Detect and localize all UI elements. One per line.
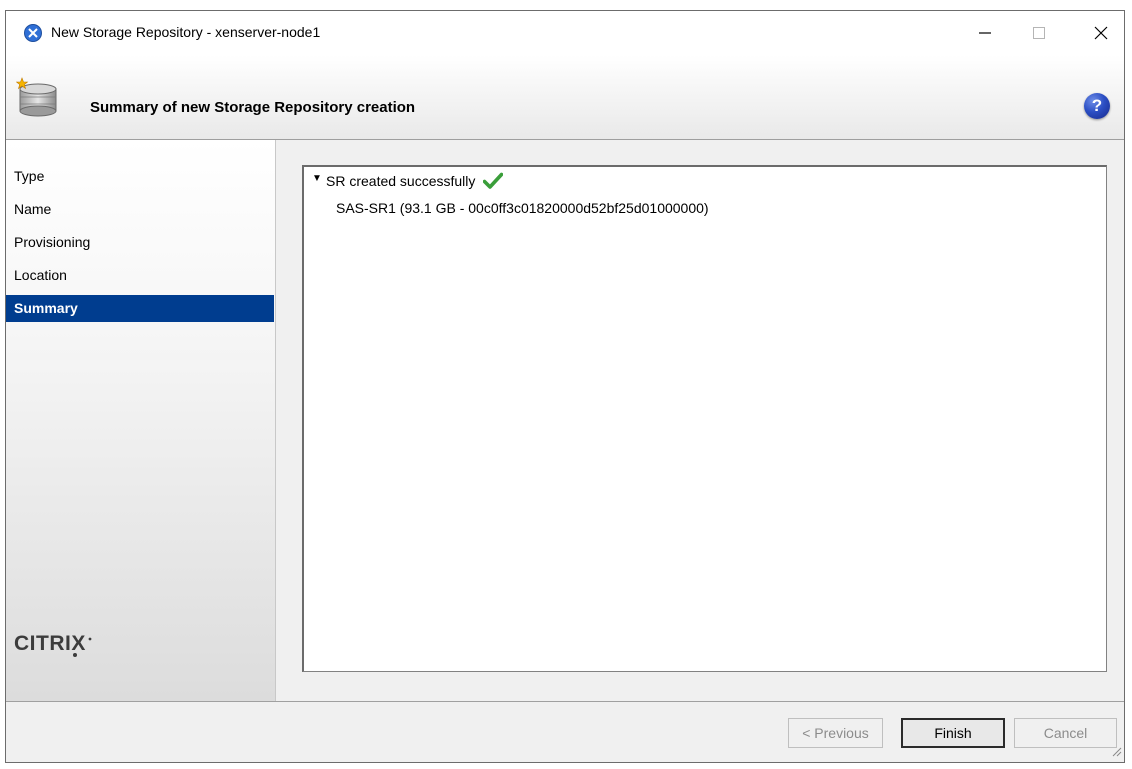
sidebar-item-location[interactable]: Location bbox=[6, 262, 274, 289]
previous-button[interactable]: < Previous bbox=[788, 718, 883, 748]
cancel-button[interactable]: Cancel bbox=[1014, 718, 1117, 748]
xen-app-icon bbox=[24, 24, 42, 42]
wizard-header: Summary of new Storage Repository creati… bbox=[6, 55, 1124, 140]
wizard-steps-sidebar: Type Name Provisioning Location Summary … bbox=[6, 140, 276, 701]
svg-text:CITRIX: CITRIX bbox=[14, 632, 86, 655]
checkmark-icon bbox=[483, 172, 504, 189]
finish-button[interactable]: Finish bbox=[901, 718, 1005, 748]
sidebar-item-name[interactable]: Name bbox=[6, 196, 274, 223]
maximize-icon bbox=[1033, 27, 1045, 39]
help-symbol: ? bbox=[1091, 96, 1103, 115]
sidebar-item-type[interactable]: Type bbox=[6, 163, 274, 190]
window-title: New Storage Repository - xenserver-node1 bbox=[51, 24, 321, 40]
tree-node-sr-detail[interactable]: SAS-SR1 (93.1 GB - 00c0ff3c01820000d52bf… bbox=[336, 200, 709, 216]
sidebar-item-summary[interactable]: Summary bbox=[6, 295, 274, 322]
sidebar-item-label: Summary bbox=[14, 300, 78, 316]
status-label: SR created successfully bbox=[326, 173, 476, 189]
sidebar-item-label: Name bbox=[14, 201, 52, 217]
close-button[interactable] bbox=[1078, 11, 1124, 55]
minimize-button[interactable] bbox=[962, 11, 1008, 55]
expand-toggle-icon[interactable]: ▼ bbox=[312, 173, 322, 184]
wizard-window: New Storage Repository - xenserver-node1 bbox=[5, 10, 1125, 763]
close-icon bbox=[1094, 26, 1108, 40]
resize-grip-icon[interactable] bbox=[1110, 744, 1122, 760]
storage-disk-icon bbox=[15, 77, 60, 122]
sidebar-item-label: Type bbox=[14, 168, 45, 184]
citrix-logo: CITRIX bbox=[14, 630, 94, 661]
footer-divider bbox=[6, 701, 1124, 702]
sidebar-item-provisioning[interactable]: Provisioning bbox=[6, 229, 274, 256]
minimize-icon bbox=[979, 32, 991, 34]
sr-detail-label: SAS-SR1 (93.1 GB - 00c0ff3c01820000d52bf… bbox=[336, 200, 709, 216]
sidebar-item-label: Location bbox=[14, 267, 67, 283]
maximize-button[interactable] bbox=[1016, 11, 1062, 55]
page-title: Summary of new Storage Repository creati… bbox=[90, 99, 416, 116]
title-bar[interactable]: New Storage Repository - xenserver-node1 bbox=[6, 11, 1124, 55]
tree-node-status[interactable]: SR created successfully bbox=[326, 172, 504, 190]
summary-tree: ▼ SR created successfully SAS-SR1 (93.1 … bbox=[302, 165, 1107, 672]
help-icon[interactable]: ? bbox=[1084, 93, 1110, 119]
sidebar-item-label: Provisioning bbox=[14, 234, 91, 250]
